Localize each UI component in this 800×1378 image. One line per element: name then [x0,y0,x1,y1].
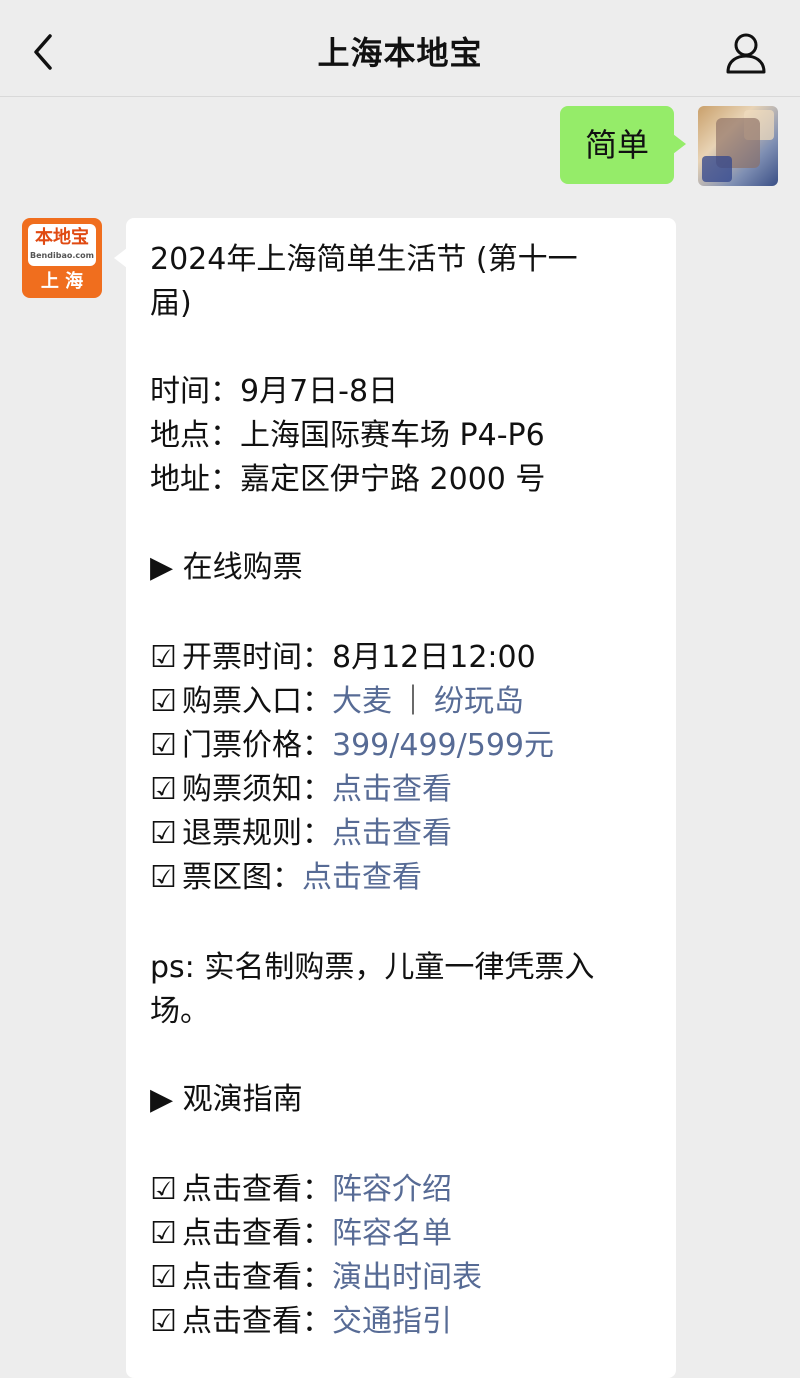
refund-link[interactable]: 点击查看 [332,816,452,851]
transport-link[interactable]: 交通指引 [332,1304,452,1339]
account-avatar[interactable]: 本地宝 Bendibao.com 上 海 [22,218,102,298]
lineup-list-link[interactable]: 阵容名单 [332,1216,452,1251]
event-time: 时间：9月7日-8日 [150,374,399,409]
event-title: 2024年上海简单生活节 (第十一 [150,242,578,277]
incoming-message: 2024年上海简单生活节 (第十一 届) 时间：9月7日-8日 地点：上海国际赛… [114,218,676,1378]
fenwandao-link[interactable]: 纷玩岛 [434,684,524,719]
outgoing-message[interactable]: 简单 [560,106,686,184]
list-item: ☑ 点击查看：阵容名单 [150,1212,452,1256]
logo-domain: Bendibao.com [30,251,94,260]
section-buy-tickets: ▶ 在线购票 [150,550,303,585]
checkbox-icon: ☑ [150,640,177,675]
section-guide: ▶ 观演指南 [150,1082,303,1117]
nav-bar: 上海本地宝 [0,0,800,97]
list-item: ☑ 退票规则：点击查看 [150,812,452,856]
person-icon [726,33,766,74]
event-title-cont: 届) [150,286,192,321]
list-item: ☑ 点击查看：交通指引 [150,1300,452,1344]
user-avatar[interactable] [698,106,778,186]
profile-button[interactable] [724,32,768,74]
page-title: 上海本地宝 [317,34,483,72]
checkbox-icon: ☑ [150,860,177,895]
list-item: ☑ 点击查看：演出时间表 [150,1256,482,1300]
checkbox-icon: ☑ [150,816,177,851]
lineup-intro-link[interactable]: 阵容介绍 [332,1172,452,1207]
list-item: ☑ 门票价格：399/499/599元 [150,724,554,768]
checkbox-icon: ☑ [150,1260,177,1295]
logo-city: 上 海 [40,271,84,292]
damai-link[interactable]: 大麦 [332,684,392,719]
ps-note: ps: 实名制购票，儿童一律凭票入 [150,950,595,985]
list-item: ☑ 点击查看：阵容介绍 [150,1168,452,1212]
checkbox-icon: ☑ [150,1216,177,1251]
event-address: 地址：嘉定区伊宁路 2000 号 [150,462,546,497]
checkbox-icon: ☑ [150,1304,177,1339]
list-item: ☑ 票区图：点击查看 [150,856,422,900]
list-item: ☑ 购票入口：大麦｜纷玩岛 [150,680,524,724]
ps-note-cont: 场。 [150,994,210,1029]
checkbox-icon: ☑ [150,1172,177,1207]
notice-link[interactable]: 点击查看 [332,772,452,807]
list-item: ☑ 购票须知：点击查看 [150,768,452,812]
logo-text: 本地宝 [35,227,89,248]
schedule-link[interactable]: 演出时间表 [332,1260,482,1295]
checkbox-icon: ☑ [150,684,177,719]
seat-map-link[interactable]: 点击查看 [302,860,422,895]
checkbox-icon: ☑ [150,772,177,807]
event-place: 地点：上海国际赛车场 P4-P6 [150,418,545,453]
price-link[interactable]: 399/499/599元 [332,728,554,763]
checkbox-icon: ☑ [150,728,177,763]
list-item: ☑ 开票时间：8月12日12:00 [150,636,536,680]
